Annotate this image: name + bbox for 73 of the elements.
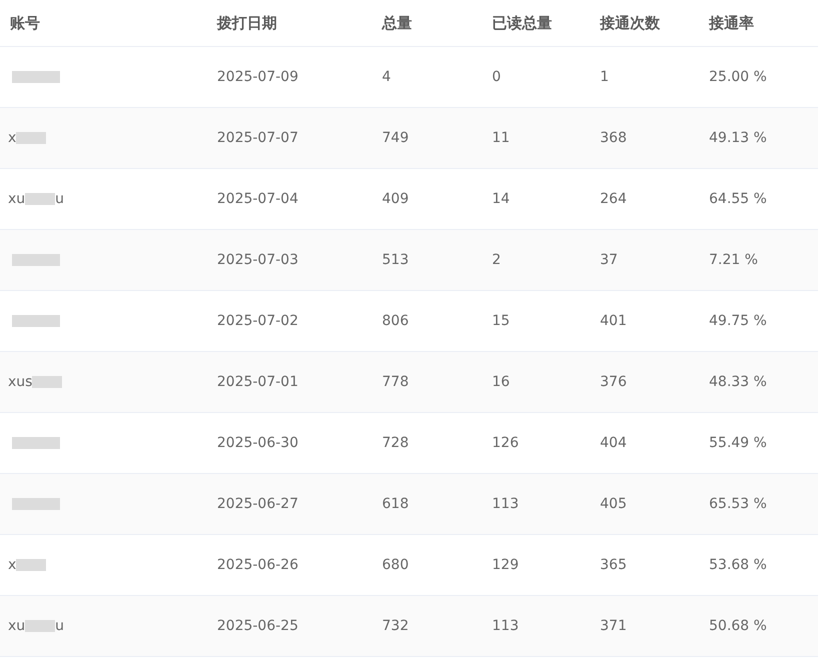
- table-cell-text: 55.49 %: [708, 434, 768, 452]
- table-cell-text: 7.21 %: [708, 250, 759, 270]
- table-cell-text: 49.75 %: [708, 312, 768, 330]
- table-cell-text: 15: [491, 312, 511, 330]
- account-text: xu: [8, 190, 26, 208]
- redaction-blur: [12, 71, 60, 83]
- table-cell-text: 401: [599, 312, 628, 330]
- account-text: xu: [8, 616, 26, 636]
- account-text: u: [55, 616, 64, 636]
- redaction-blur: [12, 315, 60, 327]
- table-cell-text: 37: [599, 250, 619, 270]
- table-cell-text: 376: [599, 372, 628, 392]
- table-cell-text: 405: [599, 494, 628, 514]
- table-cell-text: 2025-07-01: [216, 372, 300, 392]
- account-text: xus: [8, 372, 32, 392]
- table-cell-text: 2025-07-07: [216, 128, 300, 148]
- table-cell-text: 2025-07-03: [216, 250, 300, 270]
- table-cell-text: 49.13 %: [708, 128, 768, 148]
- table-cell-text: 1: [599, 68, 610, 86]
- table-cell-text: 2025-07-04: [216, 190, 300, 208]
- redaction-blur: [16, 132, 46, 144]
- table-cell-text: 2025-06-26: [216, 556, 300, 574]
- table-cell-text: 113: [491, 616, 520, 636]
- table-cell-text: 4: [381, 68, 392, 86]
- table-cell-text: 732: [381, 616, 410, 636]
- table-cell-text: 409: [381, 190, 410, 208]
- table-cell-text: 53.68 %: [708, 556, 768, 574]
- table-cell-text: 11: [491, 128, 511, 148]
- table-cell-text: 680: [381, 556, 410, 574]
- table-cell-text: 404: [599, 434, 628, 452]
- table-cell-text: 25.00 %: [708, 68, 768, 86]
- redaction-blur: [32, 376, 62, 388]
- redaction-blur: [12, 437, 60, 449]
- table-cell-text: 48.33 %: [708, 372, 768, 392]
- table-cell-text: 749: [381, 128, 410, 148]
- redaction-blur: [16, 559, 46, 571]
- column-header: 接通率: [708, 12, 755, 34]
- table-cell-text: 365: [599, 556, 628, 574]
- account-text: x: [8, 556, 16, 574]
- table-cell-text: 2025-06-27: [216, 494, 300, 514]
- table-cell-text: 2: [491, 250, 502, 270]
- table-cell-text: 65.53 %: [708, 494, 768, 514]
- table-cell-text: 0: [491, 68, 502, 86]
- table-cell-text: 2025-06-25: [216, 616, 300, 636]
- redaction-blur: [25, 193, 56, 205]
- column-header: 已读总量: [491, 12, 553, 34]
- table-cell-text: 64.55 %: [708, 190, 768, 208]
- column-header: 接通次数: [598, 12, 661, 34]
- account-text: x: [8, 128, 16, 148]
- table-cell-text: 16: [491, 372, 511, 392]
- table-cell-text: 2025-07-02: [216, 312, 300, 330]
- redaction-blur: [12, 254, 60, 266]
- table-cell-text: 806: [381, 312, 410, 330]
- redaction-blur: [25, 620, 56, 632]
- table-cell-text: 129: [491, 556, 520, 574]
- column-header: 账号: [9, 12, 41, 34]
- table-cell-text: 513: [381, 250, 410, 270]
- column-header: 拨打日期: [216, 12, 278, 34]
- table-cell-text: 14: [491, 190, 511, 208]
- table-cell-text: 618: [381, 494, 410, 514]
- table-cell-text: 368: [599, 128, 628, 148]
- table-cell-text: 113: [491, 494, 520, 514]
- table-cell-text: 2025-07-09: [216, 68, 300, 86]
- table-cell-text: 371: [599, 616, 628, 636]
- table-cell-text: 2025-06-30: [216, 434, 300, 452]
- redaction-blur: [12, 498, 60, 510]
- table-cell-text: 778: [381, 372, 410, 392]
- table-cell-text: 50.68 %: [708, 616, 768, 636]
- table-cell-text: 264: [599, 190, 628, 208]
- account-text: u: [55, 190, 64, 208]
- column-header: 总量: [380, 12, 413, 34]
- table-cell-text: 126: [491, 434, 520, 452]
- table-cell-text: 728: [381, 434, 410, 452]
